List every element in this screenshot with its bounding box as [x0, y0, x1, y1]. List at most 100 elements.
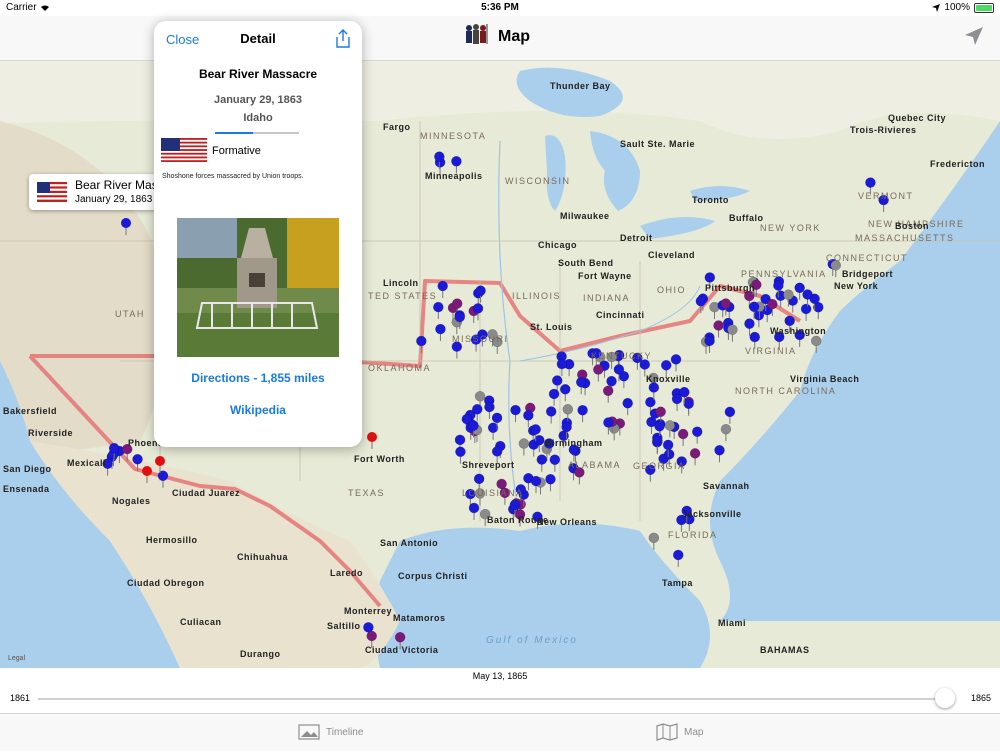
- battery-percent: 100%: [944, 2, 970, 13]
- map-label: NEW YORK: [760, 223, 821, 233]
- map-label: Saltillo: [327, 621, 361, 631]
- directions-link[interactable]: Directions - 1,855 miles: [154, 371, 362, 385]
- map-label: Savannah: [703, 481, 750, 491]
- map-label: MINNESOTA: [420, 131, 487, 141]
- detail-popover: Close Detail Bear River Massacre January…: [154, 21, 362, 447]
- map-label: Knoxville: [646, 374, 691, 384]
- map-label: MASSACHUSETTS: [855, 233, 955, 243]
- nav-title: Map: [498, 28, 530, 45]
- map-label: Chihuahua: [237, 552, 288, 562]
- map-label: ALABAMA: [568, 460, 622, 470]
- map-label: TEXAS: [348, 488, 386, 498]
- legal-link[interactable]: Legal: [8, 655, 25, 662]
- map-label: Trois-Rivieres: [850, 125, 917, 135]
- map-label: Lincoln: [383, 278, 419, 288]
- map-label: Chicago: [538, 240, 578, 250]
- current-date-label: May 13, 1865: [0, 668, 1000, 684]
- map-label: Laredo: [330, 568, 364, 578]
- map-label: Toronto: [692, 195, 729, 205]
- map-label: Monterrey: [344, 606, 393, 616]
- map-label: Boston: [895, 221, 929, 231]
- map-label: Corpus Christi: [398, 571, 468, 581]
- map-canvas[interactable]: [0, 61, 1000, 668]
- map-label: Bridgeport: [842, 269, 893, 279]
- event-description: Shoshone forces massacred by Union troop…: [162, 173, 304, 180]
- map-label: Miami: [718, 618, 747, 628]
- map-label: CONNECTICUT: [826, 253, 908, 263]
- map-label: TED STATES: [368, 291, 438, 301]
- phase-label: Formative: [212, 145, 261, 157]
- map-label: Buffalo: [729, 213, 764, 223]
- timeline-slider[interactable]: [38, 698, 950, 700]
- map-label: Pittsburgh: [705, 283, 755, 293]
- map-label: San Diego: [3, 464, 52, 474]
- map-label: Riverside: [28, 428, 74, 438]
- map-label: OHIO: [657, 285, 687, 295]
- map-label: Thunder Bay: [550, 81, 611, 91]
- map-label: Ensenada: [3, 484, 50, 494]
- timeline-slider-row: 1861 1865: [0, 684, 1000, 713]
- map-pin-callout[interactable]: Bear River Mas January 29, 1863: [29, 174, 157, 210]
- map-label: BAHAMAS: [760, 645, 810, 655]
- map-label: NORTH CAROLINA: [735, 386, 837, 396]
- map-label: INDIANA: [583, 293, 631, 303]
- map-label: LOUISIANA: [462, 488, 524, 498]
- status-time: 5:36 PM: [481, 2, 519, 13]
- map-label: Fredericton: [930, 159, 986, 169]
- monument-photo-icon[interactable]: [177, 218, 339, 357]
- map-label: MISSOURI: [452, 334, 509, 344]
- tab-timeline-label: Timeline: [326, 726, 364, 738]
- map-label: WISCONSIN: [505, 176, 571, 186]
- map-label: FLORIDA: [668, 530, 718, 540]
- map-label: Detroit: [620, 233, 653, 243]
- map-view[interactable]: MINNESOTA WISCONSIN ILLINOIS INDIANA OHIO PEN…: [0, 61, 1000, 668]
- tab-map-label: Map: [684, 726, 704, 738]
- map-label: UTAH: [115, 309, 145, 319]
- start-year-label: 1861: [10, 693, 31, 703]
- tab-map[interactable]: Map: [656, 723, 703, 741]
- map-label: Ciudad Obregon: [127, 578, 205, 588]
- callout-date: January 29, 1863: [75, 194, 153, 205]
- event-name: Bear River Massacre: [198, 67, 318, 81]
- map-label: Minneapolis: [425, 171, 483, 181]
- map-label: Matamoros: [393, 613, 446, 623]
- share-icon[interactable]: [334, 29, 352, 49]
- map-label: Washington: [770, 326, 827, 336]
- location-arrow-icon[interactable]: [962, 24, 986, 48]
- tab-bar: Timeline Map: [0, 713, 1000, 751]
- map-icon: [656, 723, 678, 741]
- wikipedia-link[interactable]: Wikipedia: [154, 403, 362, 417]
- phase-progress-bar: [215, 132, 299, 134]
- timeline-slider-fill: [38, 698, 946, 700]
- map-label: New York: [834, 281, 879, 291]
- map-label: St. Louis: [530, 322, 573, 332]
- map-label: San Antonio: [380, 538, 439, 548]
- map-label: Fargo: [383, 122, 411, 132]
- map-label: KENTUCKY: [591, 351, 653, 361]
- map-label: Quebec City: [888, 113, 947, 123]
- map-label: Hermosillo: [146, 535, 198, 545]
- map-label: Cleveland: [648, 250, 696, 260]
- navigation-bar: Map: [0, 16, 1000, 61]
- timeline-slider-thumb[interactable]: [935, 688, 956, 708]
- map-label: Ciudad Juarez: [172, 488, 241, 498]
- location-status-icon: [932, 3, 941, 12]
- us-flag-icon: [161, 138, 207, 162]
- map-label: Cincinnati: [596, 310, 645, 320]
- map-label: Tampa: [662, 578, 693, 588]
- battery-icon: [974, 2, 994, 13]
- tab-timeline[interactable]: Timeline: [298, 723, 363, 741]
- map-label: OKLAHOMA: [368, 363, 432, 373]
- event-date: January 29, 1863: [213, 94, 303, 106]
- map-label: Birmingham: [545, 438, 603, 448]
- map-label: Virginia Beach: [790, 374, 860, 384]
- map-label: Gulf of Mexico: [486, 635, 578, 646]
- map-label: ILLINOIS: [512, 291, 562, 301]
- map-label: VIRGINIA: [745, 346, 797, 356]
- map-label: Durango: [240, 649, 281, 659]
- callout-title: Bear River Mas: [75, 178, 157, 192]
- map-label: Milwaukee: [560, 211, 610, 221]
- detail-title: Detail: [240, 31, 276, 46]
- map-label: Ciudad Victoria: [365, 645, 439, 655]
- map-label: Nogales: [112, 496, 151, 506]
